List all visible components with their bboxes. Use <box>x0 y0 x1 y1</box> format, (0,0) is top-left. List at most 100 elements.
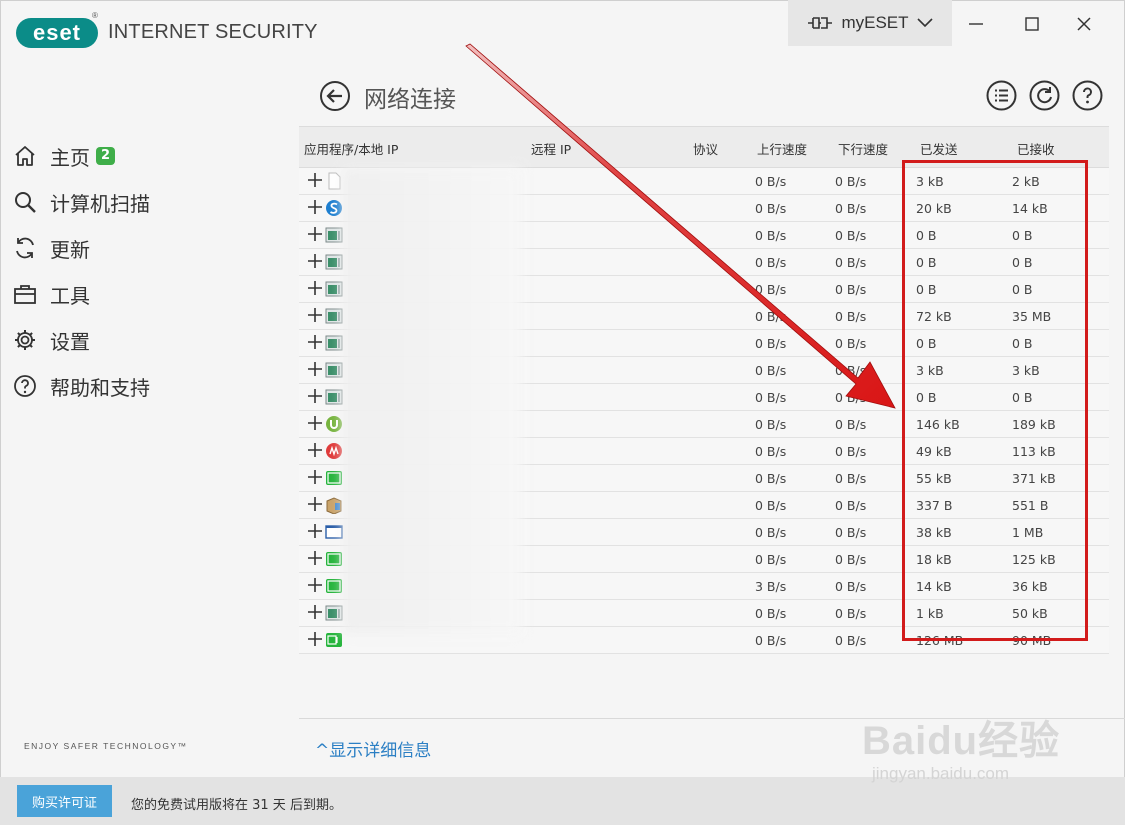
upload-speed-cell: 0 B/s <box>755 498 787 513</box>
download-speed-cell: 0 B/s <box>835 552 867 567</box>
myeset-account-button[interactable]: myESET <box>788 0 952 46</box>
upload-speed-cell: 0 B/s <box>755 336 787 351</box>
expand-icon[interactable] <box>307 334 323 350</box>
expand-icon[interactable] <box>307 280 323 296</box>
upload-speed-cell: 0 B/s <box>755 309 787 324</box>
expand-icon[interactable] <box>307 253 323 269</box>
arrow-left-icon <box>320 81 350 111</box>
download-speed-cell: 0 B/s <box>835 336 867 351</box>
tagline: ENJOY SAFER TECHNOLOGY™ <box>24 741 188 751</box>
expand-icon[interactable] <box>307 577 323 593</box>
briefcase-icon <box>12 281 38 307</box>
sidebar-item-settings[interactable]: 设置 <box>12 317 150 363</box>
upload-speed-cell: 0 B/s <box>755 228 787 243</box>
baidu-watermark: Baidu经验 jingyan.baidu.com <box>862 708 1061 783</box>
chevron-down-icon <box>916 18 933 28</box>
sidebar-item-help[interactable]: 帮助和支持 <box>12 363 150 409</box>
download-speed-cell: 0 B/s <box>835 309 867 324</box>
download-speed-cell: 0 B/s <box>835 255 867 270</box>
trial-expiry-text: 您的免费试用版将在 31 天 后到期。 <box>131 798 342 813</box>
help-icon <box>1072 80 1103 111</box>
upload-speed-cell: 0 B/s <box>755 444 787 459</box>
plug-icon <box>807 15 833 31</box>
search-icon <box>12 189 38 215</box>
maximize-icon <box>1025 17 1039 31</box>
column-header-sent[interactable]: 已发送 <box>920 139 958 158</box>
column-header-received[interactable]: 已接收 <box>1017 139 1055 158</box>
show-details-label: 显示详细信息 <box>329 741 432 761</box>
expand-icon[interactable] <box>307 307 323 323</box>
watermark-url: jingyan.baidu.com <box>872 764 1010 783</box>
expand-icon[interactable] <box>307 442 323 458</box>
iqiyi-icon <box>325 469 343 487</box>
close-button[interactable] <box>1064 8 1104 40</box>
upload-speed-cell: 0 B/s <box>755 552 787 567</box>
upload-speed-cell: 0 B/s <box>755 606 787 621</box>
download-speed-cell: 0 B/s <box>835 471 867 486</box>
upload-speed-cell: 0 B/s <box>755 363 787 378</box>
expand-icon[interactable] <box>307 226 323 242</box>
column-header-remote-ip[interactable]: 远程 IP <box>531 139 571 158</box>
expand-icon[interactable] <box>307 469 323 485</box>
window-app-icon <box>325 280 343 298</box>
window-app-icon <box>325 388 343 406</box>
product-name: INTERNET SECURITY <box>108 21 318 43</box>
window-app-icon <box>325 307 343 325</box>
minimize-button[interactable] <box>956 8 996 40</box>
expand-icon[interactable] <box>307 199 323 215</box>
window-app-icon <box>325 604 343 622</box>
sidebar-item-label: 计算机扫描 <box>50 191 150 216</box>
download-speed-cell: 0 B/s <box>835 174 867 189</box>
download-speed-cell: 0 B/s <box>835 363 867 378</box>
refresh-button[interactable] <box>1029 80 1060 111</box>
window-app-icon <box>325 253 343 271</box>
expand-icon[interactable] <box>307 172 323 188</box>
highlight-box <box>902 160 1088 641</box>
iqiyi-icon <box>325 577 343 595</box>
redacted-region <box>343 168 521 634</box>
upload-speed-cell: 0 B/s <box>755 417 787 432</box>
download-speed-cell: 0 B/s <box>835 390 867 405</box>
column-header-protocol[interactable]: 协议 <box>693 139 718 158</box>
sidebar-item-tools[interactable]: 工具 <box>12 271 150 317</box>
column-header-upload-speed[interactable]: 上行速度 <box>757 139 807 158</box>
download-speed-cell: 0 B/s <box>835 417 867 432</box>
back-button[interactable] <box>319 80 351 112</box>
account-label: myESET <box>841 13 909 32</box>
expand-icon[interactable] <box>307 604 323 620</box>
buy-license-button[interactable]: 购买许可证 <box>17 785 112 817</box>
sidebar-item-label: 更新 <box>50 237 90 262</box>
registered-mark: ® <box>92 11 98 20</box>
expand-icon[interactable] <box>307 631 323 647</box>
expand-icon[interactable] <box>307 550 323 566</box>
upload-speed-cell: 0 B/s <box>755 525 787 540</box>
sidebar-item-home[interactable]: 主页 2 <box>12 133 150 179</box>
expand-icon[interactable] <box>307 388 323 404</box>
window-app-icon <box>325 226 343 244</box>
blank-window-icon <box>325 523 343 541</box>
expand-icon[interactable] <box>307 415 323 431</box>
expand-icon[interactable] <box>307 361 323 377</box>
refresh-icon <box>12 235 38 261</box>
download-speed-cell: 0 B/s <box>835 498 867 513</box>
close-icon <box>1077 17 1091 31</box>
download-speed-cell: 0 B/s <box>835 282 867 297</box>
maximize-button[interactable] <box>1012 8 1052 40</box>
expand-icon[interactable] <box>307 496 323 512</box>
upload-speed-cell: 0 B/s <box>755 201 787 216</box>
expand-icon[interactable] <box>307 523 323 539</box>
app-s-icon <box>325 199 343 217</box>
show-details-link[interactable]: ^显示详细信息 <box>315 736 431 761</box>
upload-speed-cell: 0 B/s <box>755 282 787 297</box>
home-icon <box>12 143 38 169</box>
eset-logo: eset <box>16 18 98 48</box>
watermark-brand: Baidu经验 <box>862 719 1061 763</box>
column-header-application[interactable]: 应用程序/本地 IP <box>304 139 398 158</box>
window-app-icon <box>325 361 343 379</box>
list-view-button[interactable] <box>986 80 1017 111</box>
column-header-download-speed[interactable]: 下行速度 <box>838 139 888 158</box>
red-app-icon <box>325 442 343 460</box>
help-button[interactable] <box>1072 80 1103 111</box>
sidebar-item-computer-scan[interactable]: 计算机扫描 <box>12 179 150 225</box>
sidebar-item-update[interactable]: 更新 <box>12 225 150 271</box>
